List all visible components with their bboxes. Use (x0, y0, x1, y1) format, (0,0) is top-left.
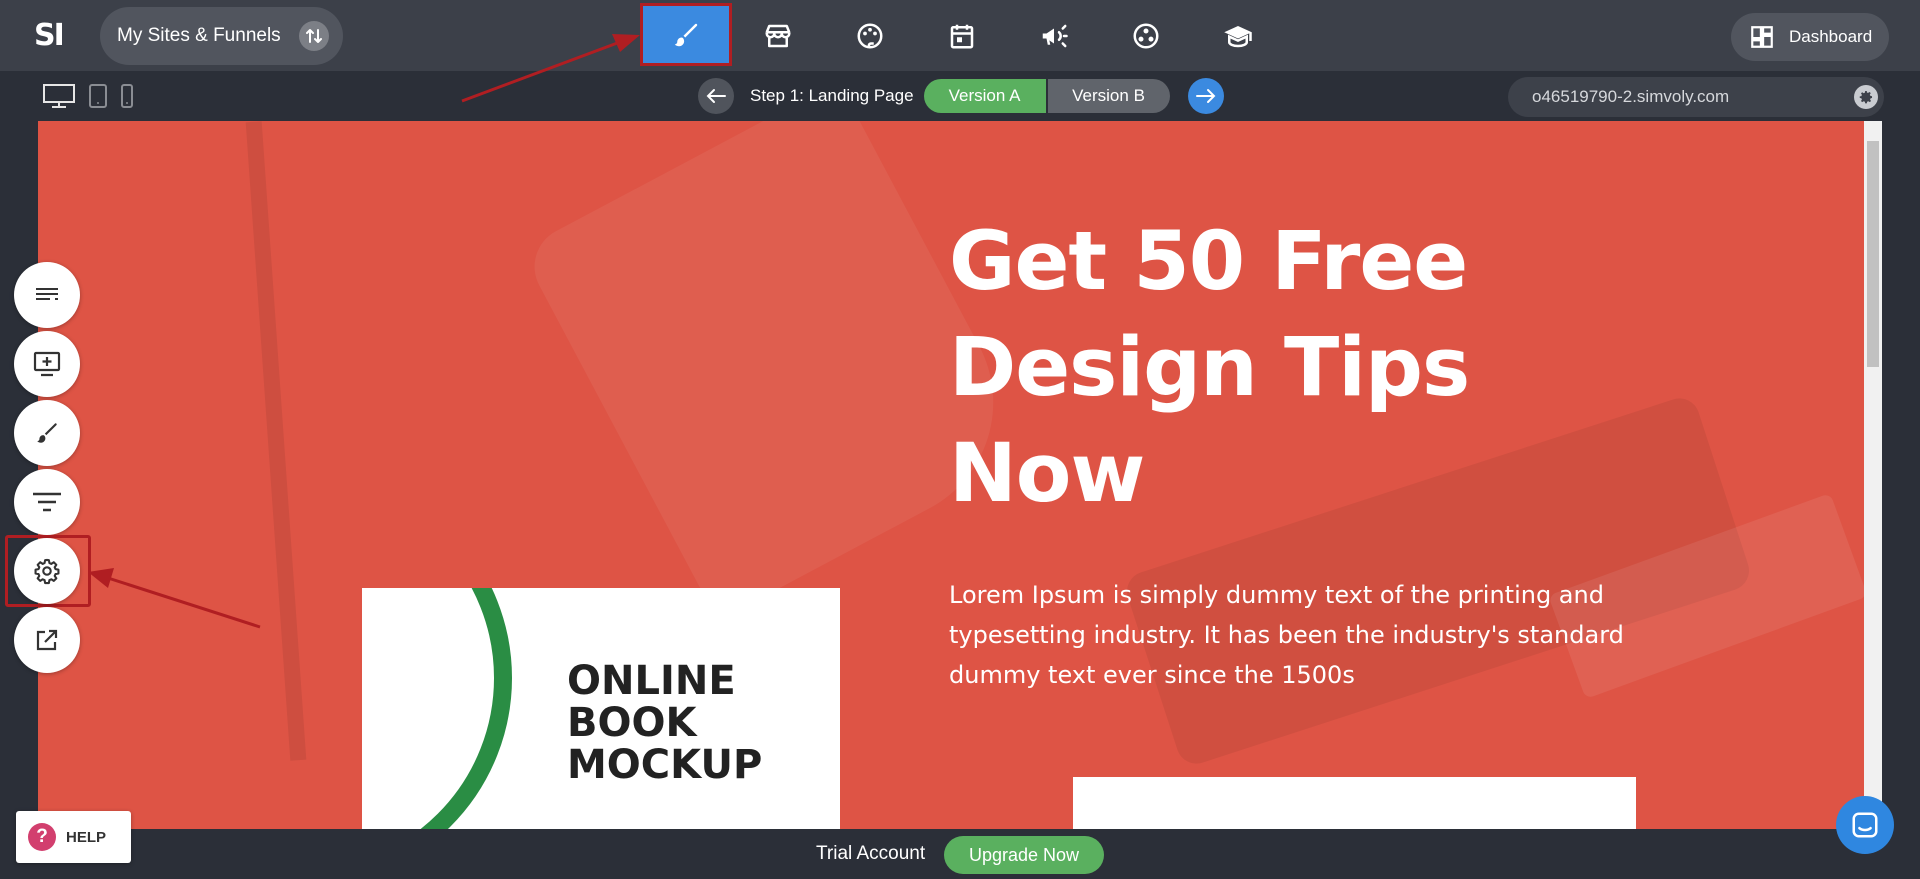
nav-store-tab[interactable] (732, 0, 824, 71)
nav-calendar-tab[interactable] (916, 0, 1008, 71)
background-decoration (245, 121, 307, 761)
version-a-tab[interactable]: Version A (923, 79, 1046, 113)
add-element-tool-button[interactable] (14, 331, 80, 397)
canvas-scrollbar[interactable] (1864, 121, 1882, 829)
mobile-icon[interactable] (120, 83, 134, 109)
brush-icon (674, 23, 698, 46)
book-mockup-image[interactable]: ONLINE BOOK MOCKUP (362, 588, 840, 829)
add-element-icon (33, 351, 61, 377)
help-icon: ? (28, 823, 56, 851)
book-arc-decoration (362, 588, 512, 829)
step-navigation: Step 1: Landing Page Version A Version B (698, 78, 1224, 114)
nav-community-tab[interactable] (1100, 0, 1192, 71)
bottom-bar: Trial Account Upgrade Now (0, 829, 1920, 879)
megaphone-icon (1042, 24, 1068, 47)
dashboard-button[interactable]: Dashboard (1731, 13, 1889, 61)
nav-themes-tab[interactable] (824, 0, 916, 71)
hero-text[interactable]: Lorem Ipsum is simply dummy text of the … (949, 575, 1629, 695)
dashboard-label: Dashboard (1789, 27, 1873, 46)
desktop-icon[interactable] (42, 83, 76, 109)
domain-text: o46519790-2.simvoly.com (1532, 87, 1730, 106)
community-icon (1133, 23, 1159, 48)
filter-tool-button[interactable] (14, 469, 80, 535)
domain-settings-icon[interactable] (1854, 85, 1878, 109)
help-button[interactable]: ? HELP (16, 811, 131, 863)
signup-form-box[interactable] (1073, 777, 1636, 829)
my-sites-funnels-button[interactable]: My Sites & Funnels (100, 7, 343, 65)
calendar-icon (950, 24, 974, 48)
settings-icon (34, 558, 60, 585)
arrow-right-icon (1195, 89, 1215, 103)
chat-icon (1852, 812, 1878, 838)
previous-step-button[interactable] (698, 78, 734, 114)
nav-design-tab[interactable] (640, 3, 732, 66)
step-label: Step 1: Landing Page (750, 86, 914, 105)
editor-toolbar: Step 1: Landing Page Version A Version B… (0, 71, 1920, 121)
design-tool-button[interactable] (14, 400, 80, 466)
dashboard-icon (1751, 26, 1773, 48)
version-b-tab[interactable]: Version B (1047, 79, 1170, 113)
main-nav (640, 0, 1284, 71)
store-icon (765, 24, 791, 47)
hero-title[interactable]: Get 50 Free Design Tips Now (949, 209, 1509, 527)
top-bar: SI My Sites & Funnels Dashboard (0, 0, 1920, 71)
palette-icon (857, 23, 883, 48)
graduation-cap-icon (1224, 25, 1252, 47)
book-title: ONLINE BOOK MOCKUP (567, 658, 763, 788)
app-logo[interactable]: SI (34, 18, 65, 53)
my-sites-funnels-label: My Sites & Funnels (117, 25, 281, 46)
arrow-left-icon (706, 89, 726, 103)
chat-button[interactable] (1836, 796, 1894, 854)
swap-icon[interactable] (299, 21, 329, 51)
domain-field[interactable]: o46519790-2.simvoly.com (1508, 77, 1884, 117)
scrollbar-thumb[interactable] (1867, 141, 1879, 367)
nav-marketing-tab[interactable] (1008, 0, 1100, 71)
open-external-tool-button[interactable] (14, 607, 80, 673)
nav-academy-tab[interactable] (1192, 0, 1284, 71)
sections-tool-button[interactable] (14, 262, 80, 328)
device-switcher (42, 83, 134, 109)
next-step-button[interactable] (1187, 78, 1224, 114)
page-canvas[interactable]: Get 50 Free Design Tips Now Lorem Ipsum … (38, 121, 1882, 829)
trial-account-label: Trial Account (816, 843, 926, 864)
help-label: HELP (66, 828, 107, 846)
open-external-icon (36, 629, 58, 651)
tablet-icon[interactable] (88, 83, 108, 109)
filter-icon (33, 492, 61, 512)
settings-tool-button[interactable] (14, 538, 80, 604)
brush-icon (37, 423, 57, 443)
sections-icon (36, 288, 58, 300)
upgrade-now-button[interactable]: Upgrade Now (944, 836, 1104, 874)
